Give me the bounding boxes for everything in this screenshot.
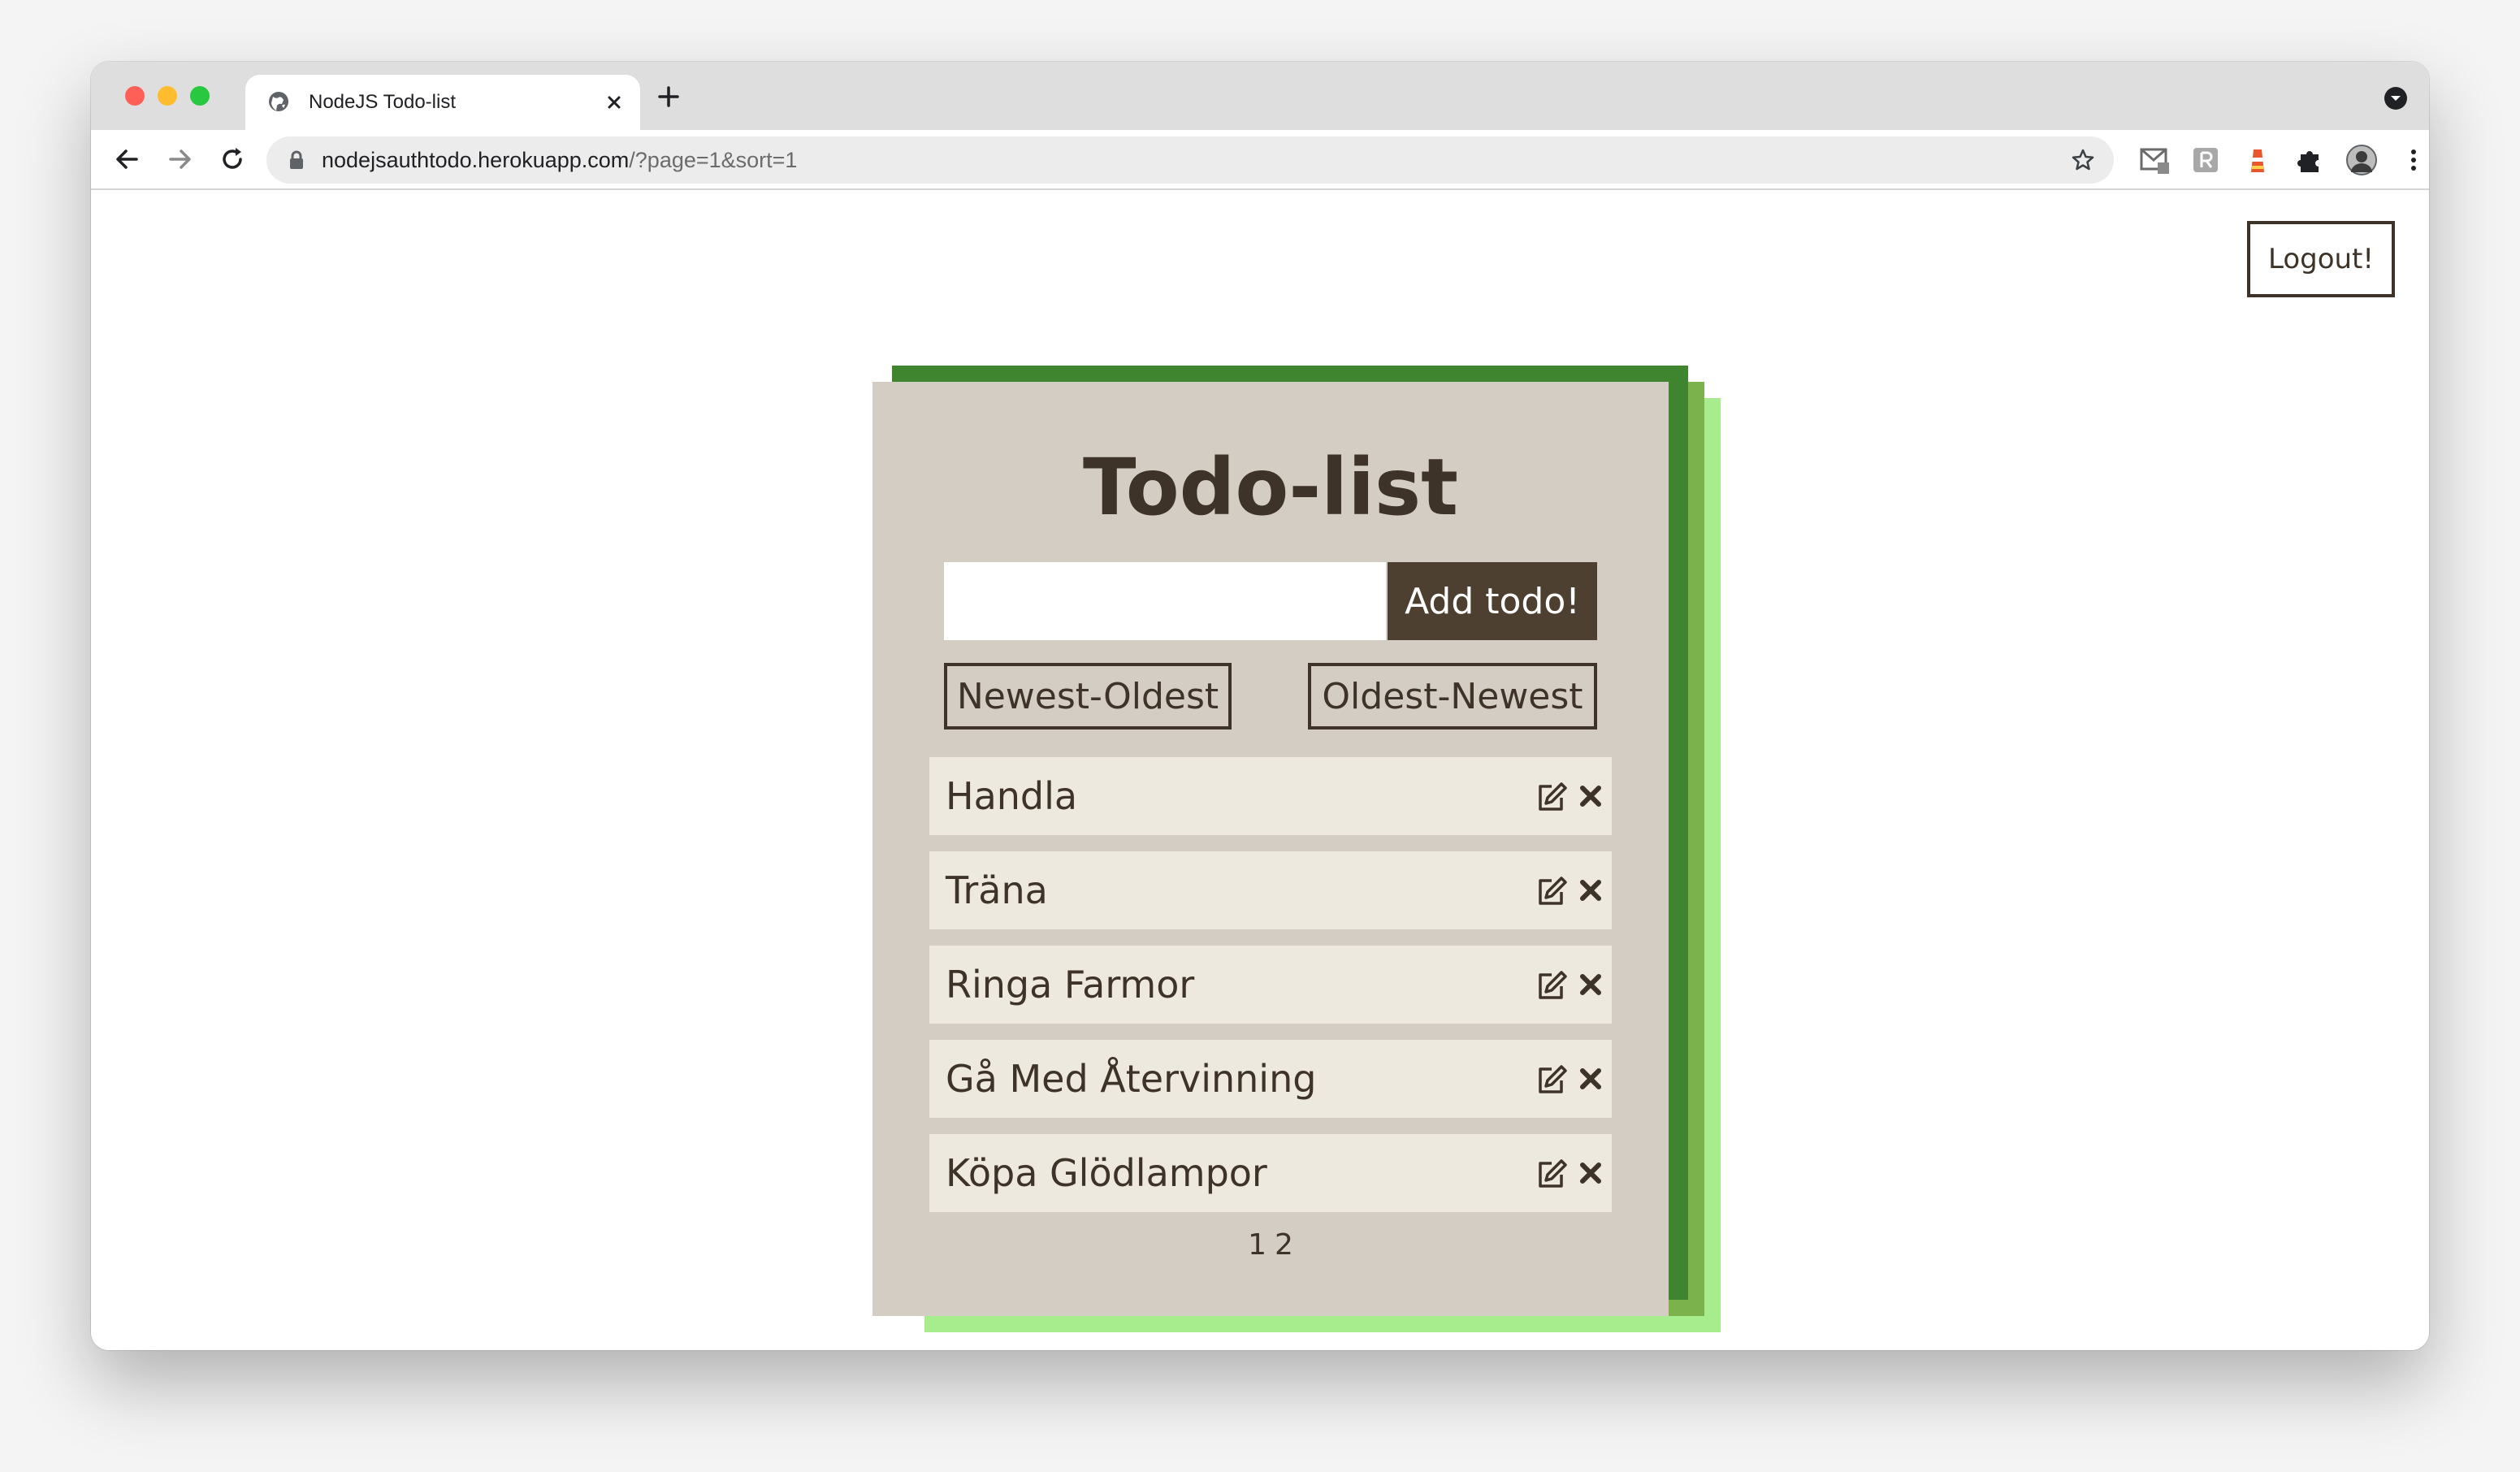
todo-item: Köpa Glödlampor: [929, 1134, 1612, 1212]
tab-title: NodeJS Todo-list: [309, 91, 456, 113]
address-bar[interactable]: nodejsauthtodo.herokuapp.com/?page=1&sor…: [266, 136, 2114, 184]
edit-icon[interactable]: [1534, 874, 1570, 910]
browser-window: NodeJS Todo-list nodejsauthtodo.herokuap…: [91, 62, 2429, 1350]
page-title: Todo-list: [1082, 442, 1459, 533]
profile-avatar[interactable]: [2346, 145, 2377, 175]
more-menu-icon[interactable]: [2398, 145, 2429, 175]
todo-item: Gå Med Återvinning: [929, 1040, 1612, 1118]
add-todo-button[interactable]: Add todo!: [1388, 562, 1597, 640]
todo-text: Ringa Farmor: [946, 963, 1195, 1007]
todo-card: Todo-list Add todo! Newest-Oldest Oldest…: [872, 382, 1669, 1316]
close-tab-icon[interactable]: [601, 89, 627, 115]
close-window-button[interactable]: [125, 86, 145, 106]
todo-item: Träna: [929, 851, 1612, 929]
tab-strip: NodeJS Todo-list: [91, 62, 2429, 130]
maximize-window-button[interactable]: [190, 86, 210, 106]
lighthouse-extension-icon[interactable]: [2242, 145, 2273, 175]
logout-button[interactable]: Logout!: [2247, 221, 2395, 297]
page-content: Logout! Todo-list Add todo! Newest-Oldes…: [91, 190, 2429, 1350]
page-link-1[interactable]: 1: [1248, 1228, 1266, 1262]
forward-arrow-icon[interactable]: [166, 145, 195, 174]
close-icon[interactable]: [1576, 1064, 1605, 1093]
todo-item: Handla: [929, 757, 1612, 835]
todo-text: Köpa Glödlampor: [946, 1151, 1267, 1195]
url-path: /?page=1&sort=1: [629, 148, 798, 172]
close-icon[interactable]: [1576, 876, 1605, 905]
extension-r-icon[interactable]: [2190, 145, 2221, 175]
todo-list: Handla Träna Ringa Farmor Gå Med Återvin…: [929, 757, 1612, 1228]
close-icon[interactable]: [1576, 781, 1605, 811]
browser-toolbar: nodejsauthtodo.herokuapp.com/?page=1&sor…: [91, 130, 2429, 190]
minimize-window-button[interactable]: [158, 86, 177, 106]
gmail-extension-icon[interactable]: [2140, 145, 2171, 175]
todo-text: Träna: [946, 868, 1048, 912]
todo-text: Handla: [946, 774, 1078, 818]
edit-icon[interactable]: [1534, 1063, 1570, 1098]
tab-active[interactable]: NodeJS Todo-list: [245, 75, 640, 130]
todo-input[interactable]: [944, 562, 1386, 640]
sort-newest-oldest-button[interactable]: Newest-Oldest: [944, 663, 1232, 730]
puzzle-extensions-icon[interactable]: [2294, 145, 2325, 175]
pagination: 12: [872, 1228, 1669, 1262]
bookmark-star-icon[interactable]: [2070, 147, 2096, 173]
back-arrow-icon[interactable]: [112, 145, 141, 174]
todo-text: Gå Med Återvinning: [946, 1057, 1317, 1101]
url-host: nodejsauthtodo.herokuapp.com: [322, 148, 630, 172]
lock-icon: [290, 150, 303, 169]
page-link-2[interactable]: 2: [1275, 1228, 1293, 1262]
sort-oldest-newest-button[interactable]: Oldest-Newest: [1308, 663, 1597, 730]
tab-search-icon[interactable]: [2384, 86, 2408, 110]
todo-item: Ringa Farmor: [929, 946, 1612, 1024]
globe-icon: [269, 92, 288, 111]
url-text: nodejsauthtodo.herokuapp.com/?page=1&sor…: [322, 146, 797, 174]
new-tab-icon[interactable]: [655, 83, 682, 110]
close-icon[interactable]: [1576, 1158, 1605, 1188]
edit-icon[interactable]: [1534, 1157, 1570, 1193]
edit-icon[interactable]: [1534, 968, 1570, 1004]
close-icon[interactable]: [1576, 970, 1605, 999]
edit-icon[interactable]: [1534, 780, 1570, 816]
reload-icon[interactable]: [218, 145, 247, 174]
